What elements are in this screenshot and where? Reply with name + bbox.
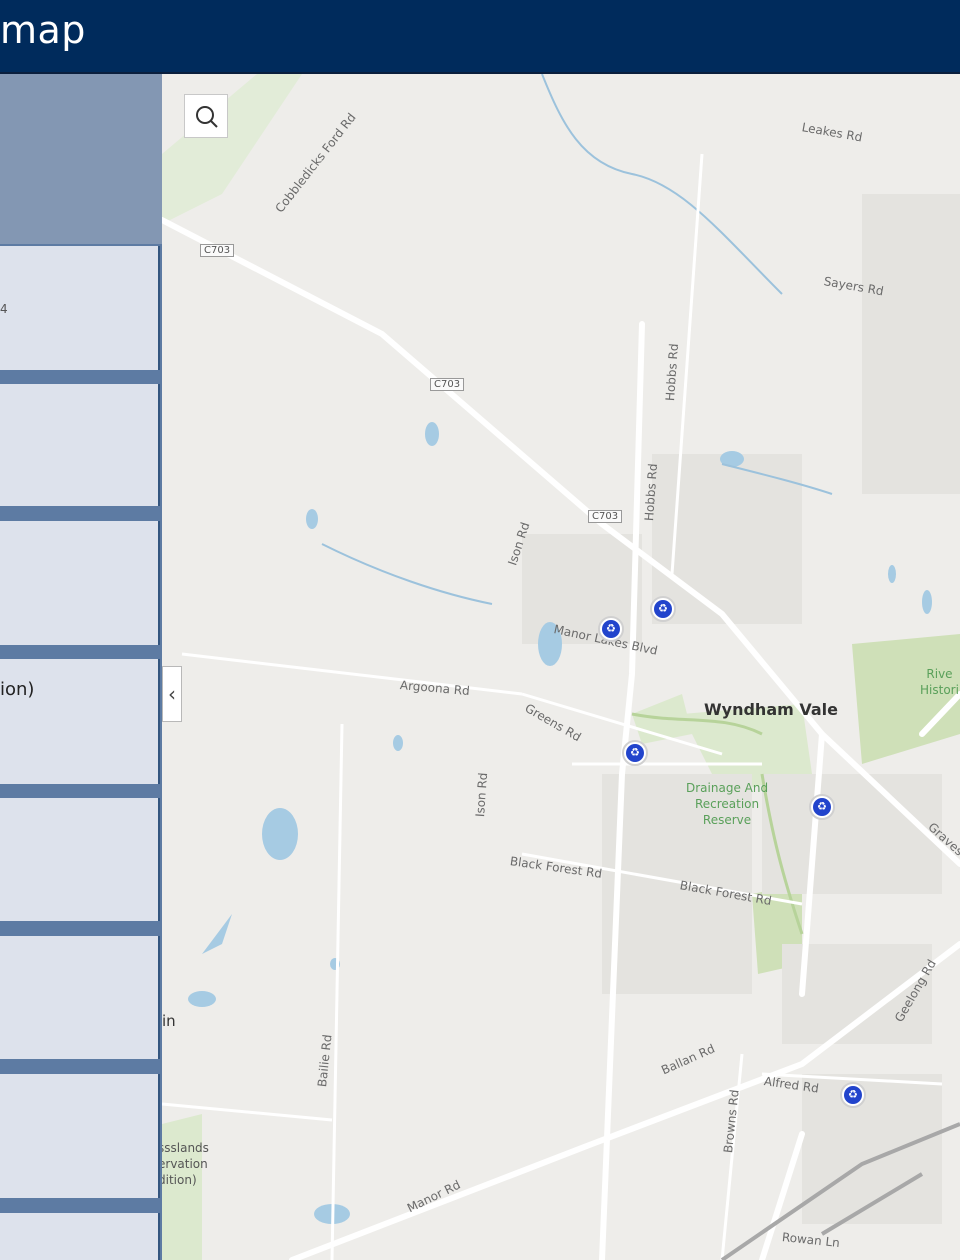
recycle-icon: ♻ <box>844 1086 862 1104</box>
label-river-historic: Rive Histori <box>920 667 959 697</box>
layer-panel-8[interactable] <box>0 1213 160 1260</box>
label-drainage-reserve: Drainage And Recreation Reserve <box>686 781 769 827</box>
recycle-icon: ♻ <box>654 600 672 618</box>
layer-panel-4[interactable]: ion) <box>0 659 160 784</box>
layer-panel-4-text: ion) <box>0 679 35 700</box>
recycle-marker[interactable]: ♻ <box>840 1082 866 1108</box>
sidebar: 4 ion) <box>0 74 162 1260</box>
recycle-icon: ♻ <box>813 798 831 816</box>
chevron-left-icon: ‹ <box>168 682 176 706</box>
layer-panel-3[interactable] <box>0 521 160 645</box>
layer-panel-6[interactable] <box>0 936 160 1059</box>
search-icon <box>196 106 218 128</box>
label-grasslands-reserve: ssslands ervation dition) <box>162 1141 209 1187</box>
layer-panel-5[interactable] <box>0 798 160 921</box>
recycle-icon: ♻ <box>626 744 644 762</box>
search-button[interactable] <box>184 94 228 138</box>
recycle-icon: ♻ <box>602 620 620 638</box>
app-header: map <box>0 0 960 74</box>
label-c703-a: C703 <box>200 244 235 257</box>
app-title: map <box>0 8 86 52</box>
label-c703-c: C703 <box>588 510 623 523</box>
recycle-marker[interactable]: ♻ <box>809 794 835 820</box>
map-basemap <box>162 74 960 1260</box>
recycle-marker[interactable]: ♻ <box>650 596 676 622</box>
label-wyndham-vale: Wyndham Vale <box>704 700 838 719</box>
sidebar-header <box>0 74 162 244</box>
layer-panel-7[interactable] <box>0 1074 160 1198</box>
label-c703-b: C703 <box>430 378 465 391</box>
layer-panel-1-text: 4 <box>0 302 8 316</box>
layer-panel-2[interactable] <box>0 384 160 506</box>
map-view[interactable]: Leakes Rd Cobbledicks Ford Rd C703 C703 … <box>162 74 960 1260</box>
recycle-marker[interactable]: ♻ <box>622 740 648 766</box>
label-in: in <box>162 1012 176 1030</box>
collapse-sidebar-button[interactable]: ‹ <box>162 666 182 722</box>
recycle-marker[interactable]: ♻ <box>598 616 624 642</box>
layer-panel-1[interactable]: 4 <box>0 246 160 370</box>
